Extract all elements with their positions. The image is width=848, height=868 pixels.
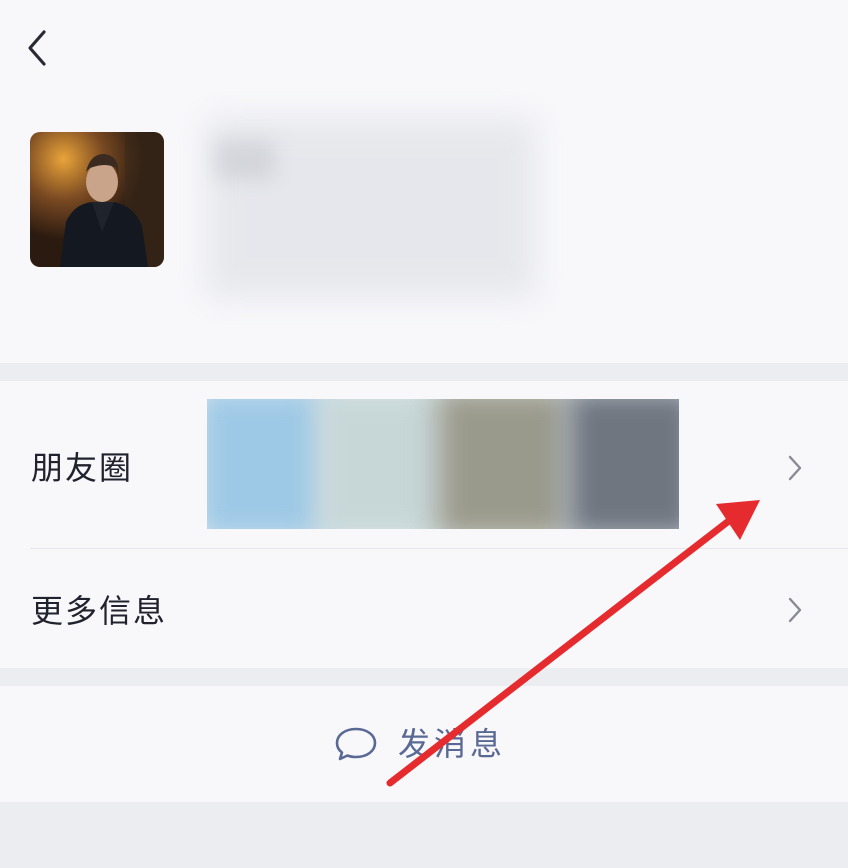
chevron-left-icon	[28, 30, 46, 66]
moments-label: 朋友圈	[31, 449, 134, 487]
send-message-button[interactable]: 发消息	[0, 686, 848, 802]
moments-photo	[317, 399, 447, 529]
back-button[interactable]	[14, 22, 62, 70]
moments-row[interactable]: 朋友圈	[0, 381, 848, 548]
action-card: 发消息	[0, 686, 848, 802]
menu-card: 朋友圈 更多信息	[0, 381, 848, 668]
profile-info-blurred	[215, 140, 275, 180]
avatar-image	[30, 132, 164, 267]
moments-photo	[567, 399, 679, 529]
chevron-right-icon	[788, 597, 802, 623]
moments-photo	[207, 399, 327, 529]
moments-photo-strip	[207, 399, 679, 529]
chat-bubble-icon	[335, 727, 377, 761]
moments-photo	[437, 399, 567, 529]
send-message-label: 发消息	[398, 725, 507, 763]
more-info-label: 更多信息	[31, 592, 168, 630]
chevron-right-icon	[788, 455, 802, 481]
avatar[interactable]	[30, 132, 164, 267]
more-info-row[interactable]: 更多信息	[0, 549, 848, 668]
profile-card	[0, 0, 848, 363]
